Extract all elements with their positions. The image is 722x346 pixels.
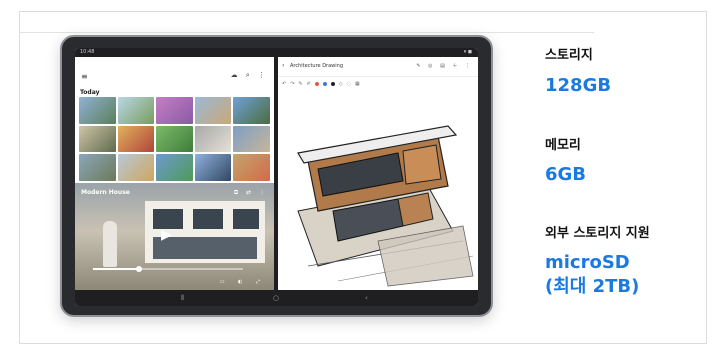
- storage-value: 128GB: [545, 75, 612, 96]
- spec-list: 스토리지 128GB 메모리 6GB 외부 스토리지 지원 microSD (최…: [20, 12, 706, 343]
- storage-label: 스토리지: [545, 48, 593, 63]
- external-storage-value-line1: microSD: [545, 252, 630, 273]
- memory-label: 메모리: [545, 138, 581, 153]
- product-spec-card: 10:48 ▾ ◼ ≡ ☁ ⌕ ⋮ Today Modern House ⧉ ⇄…: [19, 11, 707, 344]
- external-storage-label: 외부 스토리지 지원: [545, 226, 650, 241]
- external-storage-value-line2: (최대 2TB): [545, 276, 640, 297]
- memory-value: 6GB: [545, 164, 587, 185]
